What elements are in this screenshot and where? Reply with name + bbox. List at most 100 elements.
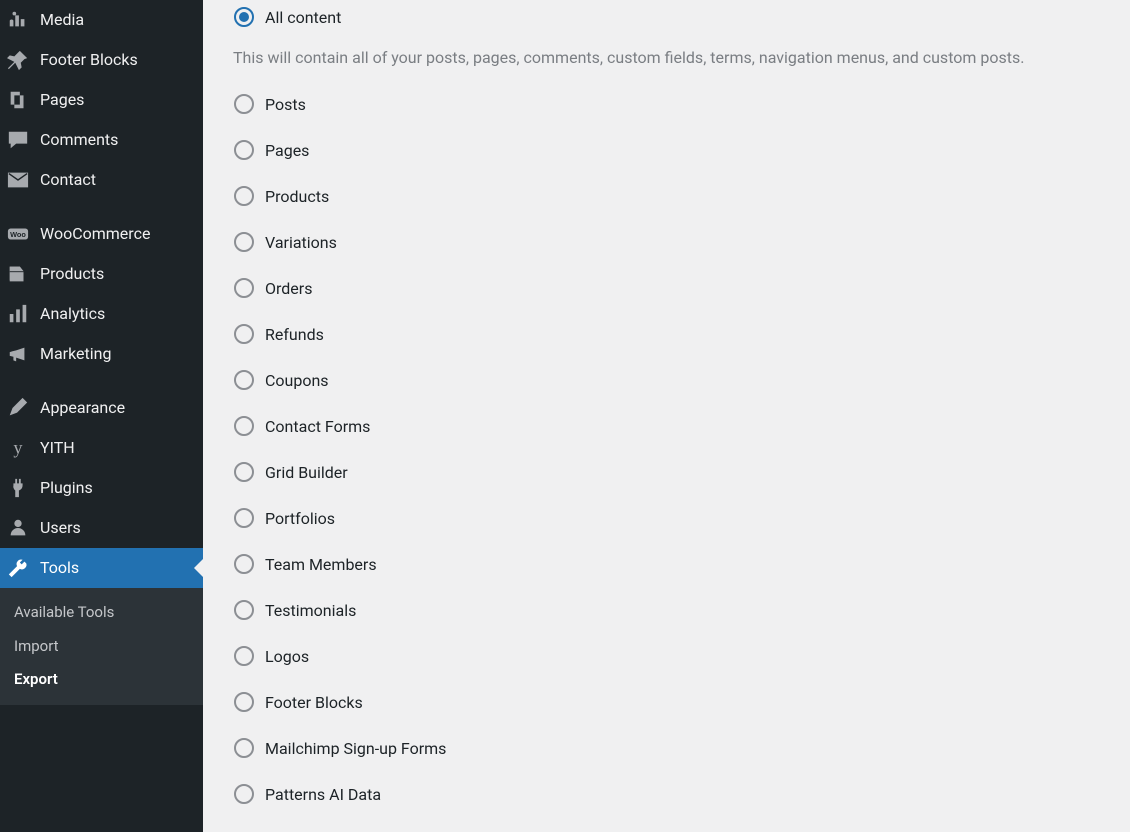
- sidebar-item-woocommerce[interactable]: WooCommerce: [0, 214, 203, 254]
- comment-icon: [6, 128, 30, 152]
- radio-icon: [233, 645, 255, 667]
- export-option-all-content[interactable]: All content: [233, 6, 1100, 28]
- radio-icon: [233, 6, 255, 28]
- radio-icon: [233, 323, 255, 345]
- sidebar-item-label: Contact: [40, 172, 191, 188]
- radio-icon: [233, 277, 255, 299]
- sidebar-item-marketing[interactable]: Marketing: [0, 334, 203, 374]
- analytics-icon: [6, 302, 30, 326]
- sidebar-item-pages[interactable]: Pages: [0, 80, 203, 120]
- export-all-content-description: This will contain all of your posts, pag…: [233, 46, 1100, 69]
- sidebar-item-label: Media: [40, 12, 191, 28]
- radio-icon: [233, 415, 255, 437]
- export-option-refunds[interactable]: Refunds: [233, 323, 1100, 345]
- sidebar-item-label: Pages: [40, 92, 191, 108]
- submenu-item-available-tools[interactable]: Available Tools: [0, 596, 203, 630]
- radio-label: Grid Builder: [265, 463, 348, 482]
- export-option-testimonials[interactable]: Testimonials: [233, 599, 1100, 621]
- radio-label: Footer Blocks: [265, 693, 363, 712]
- radio-label: Portfolios: [265, 509, 335, 528]
- cart-icon: [6, 262, 30, 286]
- media-icon: [6, 8, 30, 32]
- export-option-pages[interactable]: Pages: [233, 139, 1100, 161]
- sidebar-item-label: Comments: [40, 132, 191, 148]
- export-option-portfolios[interactable]: Portfolios: [233, 507, 1100, 529]
- radio-label: Pages: [265, 141, 309, 160]
- sidebar-item-label: Plugins: [40, 480, 191, 496]
- envelope-icon: [6, 168, 30, 192]
- radio-icon: [233, 599, 255, 621]
- menu-separator: [0, 200, 203, 214]
- radio-icon: [233, 231, 255, 253]
- radio-icon: [233, 783, 255, 805]
- sidebar-item-label: Products: [40, 266, 191, 282]
- sidebar-item-products[interactable]: Products: [0, 254, 203, 294]
- sidebar-item-plugins[interactable]: Plugins: [0, 468, 203, 508]
- radio-label: Posts: [265, 95, 306, 114]
- radio-icon: [233, 737, 255, 759]
- export-page-main: All content This will contain all of your…: [203, 0, 1130, 832]
- radio-label: Mailchimp Sign-up Forms: [265, 739, 446, 758]
- export-option-logos[interactable]: Logos: [233, 645, 1100, 667]
- radio-icon: [233, 139, 255, 161]
- radio-icon: [233, 691, 255, 713]
- sidebar-item-label: Footer Blocks: [40, 52, 191, 68]
- export-option-patterns-ai[interactable]: Patterns AI Data: [233, 783, 1100, 805]
- radio-label: Team Members: [265, 555, 377, 574]
- submenu-item-export[interactable]: Export: [0, 663, 203, 697]
- radio-label: Refunds: [265, 325, 324, 344]
- tools-submenu: Available ToolsImportExport: [0, 588, 203, 705]
- radio-label: Orders: [265, 279, 312, 298]
- radio-label: Testimonials: [265, 601, 356, 620]
- radio-label: Patterns AI Data: [265, 785, 381, 804]
- sidebar-item-contact[interactable]: Contact: [0, 160, 203, 200]
- export-option-products[interactable]: Products: [233, 185, 1100, 207]
- radio-icon: [233, 369, 255, 391]
- sidebar-item-tools[interactable]: Tools: [0, 548, 203, 588]
- submenu-item-import[interactable]: Import: [0, 630, 203, 664]
- radio-label: Coupons: [265, 371, 329, 390]
- radio-label: Logos: [265, 647, 309, 666]
- radio-icon: [233, 553, 255, 575]
- export-option-contact-forms[interactable]: Contact Forms: [233, 415, 1100, 437]
- sidebar-item-yith[interactable]: YITH: [0, 428, 203, 468]
- pin-icon: [6, 48, 30, 72]
- export-option-footer-blocks[interactable]: Footer Blocks: [233, 691, 1100, 713]
- radio-label: All content: [265, 8, 341, 27]
- sidebar-item-footer-blocks[interactable]: Footer Blocks: [0, 40, 203, 80]
- export-option-coupons[interactable]: Coupons: [233, 369, 1100, 391]
- sidebar-item-label: YITH: [40, 440, 191, 456]
- export-option-posts[interactable]: Posts: [233, 93, 1100, 115]
- export-option-mailchimp[interactable]: Mailchimp Sign-up Forms: [233, 737, 1100, 759]
- radio-icon: [233, 507, 255, 529]
- sidebar-item-users[interactable]: Users: [0, 508, 203, 548]
- sidebar-item-label: Appearance: [40, 400, 191, 416]
- radio-label: Contact Forms: [265, 417, 370, 436]
- woo-icon: [6, 222, 30, 246]
- sidebar-item-label: Analytics: [40, 306, 191, 322]
- yith-icon: [6, 436, 30, 460]
- users-icon: [6, 516, 30, 540]
- export-option-variations[interactable]: Variations: [233, 231, 1100, 253]
- sidebar-item-analytics[interactable]: Analytics: [0, 294, 203, 334]
- radio-icon: [233, 93, 255, 115]
- export-option-grid-builder[interactable]: Grid Builder: [233, 461, 1100, 483]
- sidebar-item-comments[interactable]: Comments: [0, 120, 203, 160]
- menu-separator: [0, 374, 203, 388]
- pages-icon: [6, 88, 30, 112]
- radio-label: Variations: [265, 233, 337, 252]
- sidebar-menu: Media Footer Blocks Pages Comments Contact Wo…: [0, 0, 203, 588]
- sidebar-item-media[interactable]: Media: [0, 0, 203, 40]
- plugins-icon: [6, 476, 30, 500]
- radio-label: Products: [265, 187, 329, 206]
- sidebar-item-label: Marketing: [40, 346, 191, 362]
- export-option-orders[interactable]: Orders: [233, 277, 1100, 299]
- radio-icon: [233, 461, 255, 483]
- sidebar-item-appearance[interactable]: Appearance: [0, 388, 203, 428]
- sidebar-item-label: Users: [40, 520, 191, 536]
- tools-icon: [6, 556, 30, 580]
- export-option-team-members[interactable]: Team Members: [233, 553, 1100, 575]
- appearance-icon: [6, 396, 30, 420]
- radio-icon: [233, 185, 255, 207]
- sidebar-item-label: WooCommerce: [40, 226, 191, 242]
